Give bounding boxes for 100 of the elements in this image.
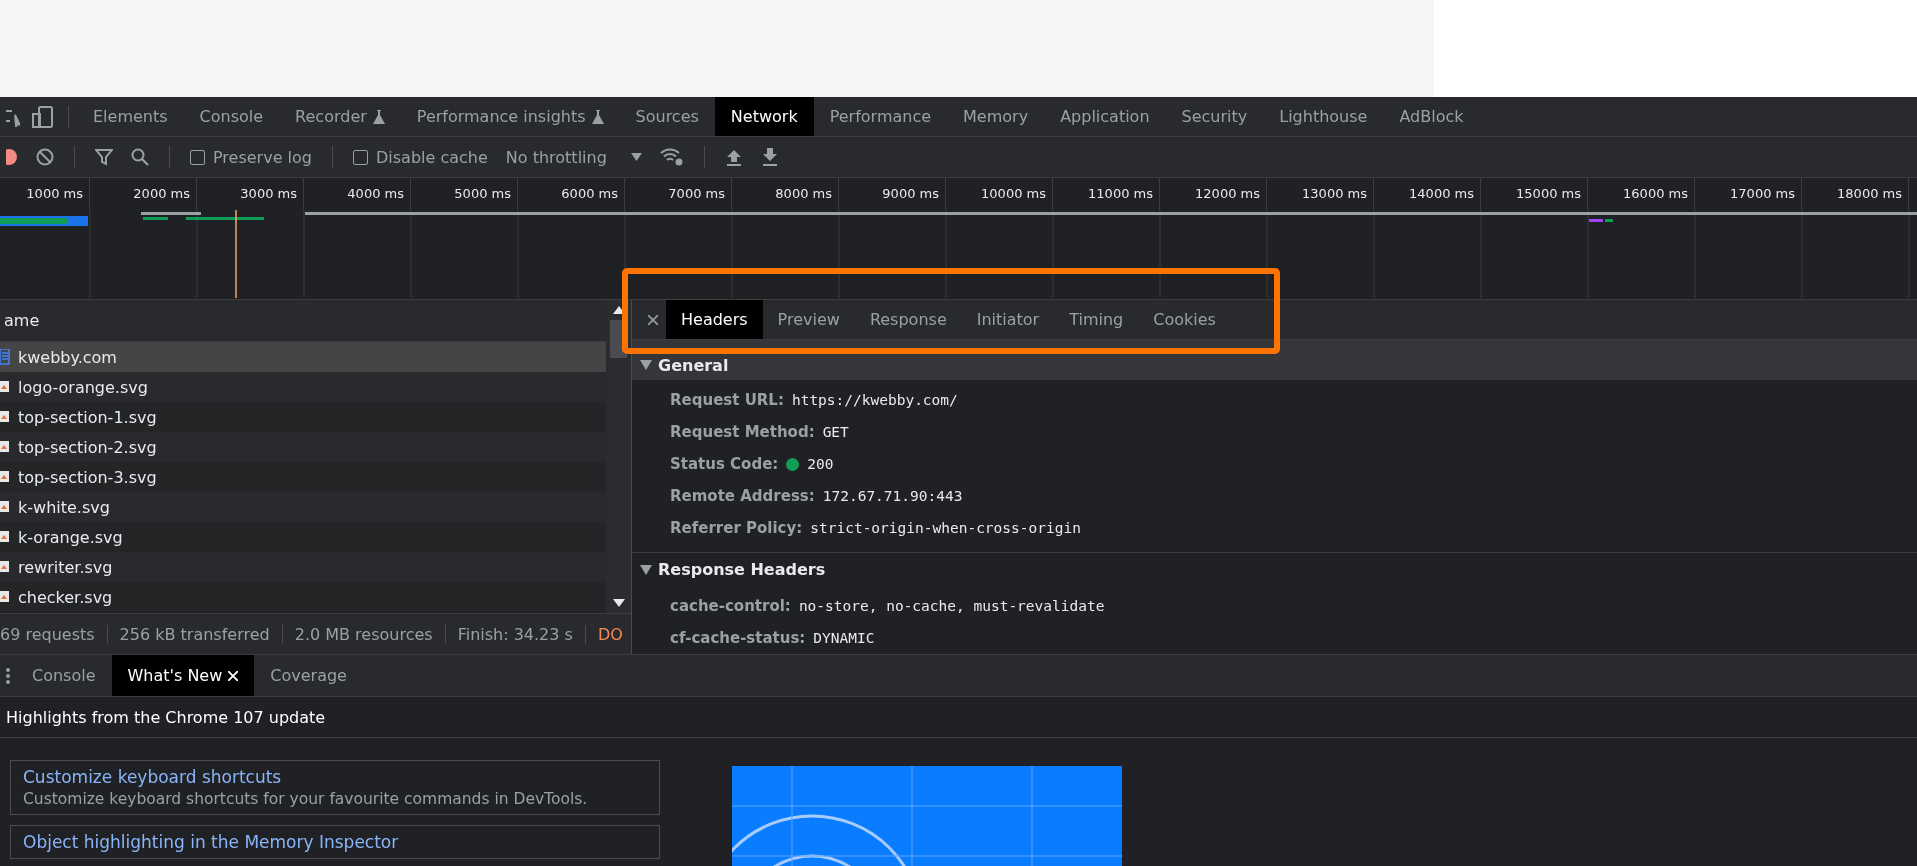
header-name: cf-cache-status: — [670, 629, 806, 647]
request-name: k-white.svg — [18, 497, 110, 517]
dropdown-caret-icon — [630, 153, 642, 161]
details-tab[interactable]: Response — [854, 300, 962, 339]
request-row[interactable]: k-orange.svg — [0, 522, 606, 552]
column-header[interactable]: ame — [0, 300, 606, 342]
close-icon[interactable] — [228, 670, 239, 681]
preserve-log-checkbox[interactable]: Preserve log — [184, 147, 318, 167]
header-name: Referrer Policy: — [670, 519, 803, 537]
header-name: Remote Address: — [670, 487, 815, 505]
section-header[interactable]: General — [632, 340, 1917, 380]
image-icon — [0, 381, 10, 393]
time-tick-label: 9000 ms — [839, 178, 946, 210]
time-tick-label: 11000 ms — [1053, 178, 1160, 210]
request-name: top-section-2.svg — [18, 437, 157, 457]
panel-tab[interactable]: Recorder — [279, 97, 401, 136]
request-name: kwebby.com — [18, 347, 117, 367]
header-name: Request URL: — [670, 391, 784, 409]
panel-tab[interactable]: Elements — [77, 97, 184, 136]
header-value: GET — [822, 424, 849, 440]
header-value: no-store, no-cache, must-revalidate — [798, 598, 1105, 614]
request-row[interactable]: top-section-2.svg — [0, 432, 606, 462]
request-name: logo-orange.svg — [18, 377, 148, 397]
details-tab[interactable]: Preview — [762, 300, 855, 339]
feature-description: Customize keyboard shortcuts for your favourite commands in DevTools. — [23, 790, 589, 808]
header-value: strict-origin-when-cross-origin — [810, 520, 1081, 536]
panel-tab[interactable]: Performance — [813, 97, 948, 136]
panel-tab[interactable]: Performance insights — [400, 97, 620, 136]
summary-text: DO — [596, 624, 624, 644]
drawer-tab[interactable]: What's New — [111, 655, 255, 696]
scrollbar[interactable] — [606, 300, 631, 613]
time-tick-label: 12000 ms — [1160, 178, 1267, 210]
details-tab[interactable]: Timing — [1054, 300, 1139, 339]
panel-tab[interactable]: Lighthouse — [1263, 97, 1384, 136]
request-row[interactable]: top-section-3.svg — [0, 462, 606, 492]
image-icon — [0, 561, 10, 573]
image-icon — [0, 501, 10, 513]
panel-tab[interactable]: Application — [1044, 97, 1166, 136]
header-value: 172.67.71.90:443 — [822, 488, 963, 504]
request-row[interactable]: k-white.svg — [0, 492, 606, 522]
panel-tab[interactable]: Memory — [947, 97, 1045, 136]
request-name: checker.svg — [18, 587, 113, 607]
request-row[interactable]: rewriter.svg — [0, 552, 606, 582]
time-tick-label: 15000 ms — [1481, 178, 1588, 210]
feature-card[interactable]: Object highlighting in the Memory Inspector — [10, 825, 660, 859]
time-tick-label: 1000 ms — [0, 178, 90, 210]
image-icon — [0, 471, 10, 483]
panel-tab[interactable]: Sources — [619, 97, 715, 136]
details-tab[interactable]: Initiator — [961, 300, 1055, 339]
scroll-down-icon[interactable] — [612, 599, 625, 607]
time-tick-label: 4000 ms — [304, 178, 411, 210]
request-name: top-section-1.svg — [18, 407, 157, 427]
feature-title[interactable]: Object highlighting in the Memory Inspector — [23, 832, 647, 852]
time-tick-label: 18000 ms — [1802, 178, 1909, 210]
whats-new-heading: Highlights from the Chrome 107 update — [0, 697, 1917, 738]
drawer-tab[interactable]: Console — [16, 655, 112, 696]
request-row[interactable]: top-section-1.svg — [0, 402, 606, 432]
panel-tab[interactable]: Network — [714, 97, 814, 136]
time-tick-label: 3000 ms — [197, 178, 304, 210]
throttling-dropdown[interactable]: No throttling — [499, 147, 648, 167]
header-name: Request Method: — [670, 423, 815, 441]
time-tick-label: 7000 ms — [625, 178, 732, 210]
details-tab[interactable]: Cookies — [1138, 300, 1231, 339]
request-name: rewriter.svg — [18, 557, 113, 577]
time-tick-label: 6000 ms — [518, 178, 625, 210]
header-value: DYNAMIC — [813, 630, 875, 646]
request-row[interactable]: checker.svg — [0, 582, 606, 612]
image-icon — [0, 531, 10, 543]
image-icon — [0, 441, 10, 453]
header-value: 200 — [807, 456, 834, 472]
feature-title[interactable]: Customize keyboard shortcuts — [23, 767, 647, 787]
drawer-tab[interactable]: Coverage — [254, 655, 363, 696]
time-tick-label: 14000 ms — [1374, 178, 1481, 210]
summary-text: Finish: 34.23 s — [445, 624, 586, 644]
section-header[interactable]: Response Headers — [632, 552, 1917, 586]
time-tick-label: 5000 ms — [411, 178, 518, 210]
request-row[interactable]: logo-orange.svg — [0, 372, 606, 402]
time-tick-label: 13000 ms — [1267, 178, 1374, 210]
feature-card[interactable]: Customize keyboard shortcuts Customize keyboard shortcuts for your favourite commands in DevTools. — [10, 760, 660, 815]
scroll-up-icon[interactable] — [612, 306, 625, 314]
request-name: k-orange.svg — [18, 527, 123, 547]
header-name: cache-control: — [670, 597, 791, 615]
document-icon — [0, 349, 10, 365]
time-tick-label: 8000 ms — [732, 178, 839, 210]
disable-cache-checkbox[interactable]: Disable cache — [347, 147, 494, 167]
time-tick-label: 16000 ms — [1588, 178, 1695, 210]
request-name: top-section-3.svg — [18, 467, 157, 487]
summary-text: 256 kB transferred — [107, 624, 283, 644]
image-icon — [0, 591, 10, 603]
summary-text: 2.0 MB resources — [282, 624, 446, 644]
panel-tab[interactable]: Console — [183, 97, 280, 136]
request-row[interactable]: kwebby.com — [0, 342, 606, 372]
details-tab[interactable]: Headers — [666, 300, 763, 339]
time-tick-label: 10000 ms — [946, 178, 1053, 210]
time-tick-label: 2000 ms — [90, 178, 197, 210]
panel-tab[interactable]: Security — [1165, 97, 1264, 136]
summary-text: 69 requests — [0, 624, 108, 644]
time-tick-label: 17000 ms — [1695, 178, 1802, 210]
panel-tab[interactable]: AdBlock — [1383, 97, 1480, 136]
header-value: https://kwebby.com/ — [791, 392, 958, 408]
